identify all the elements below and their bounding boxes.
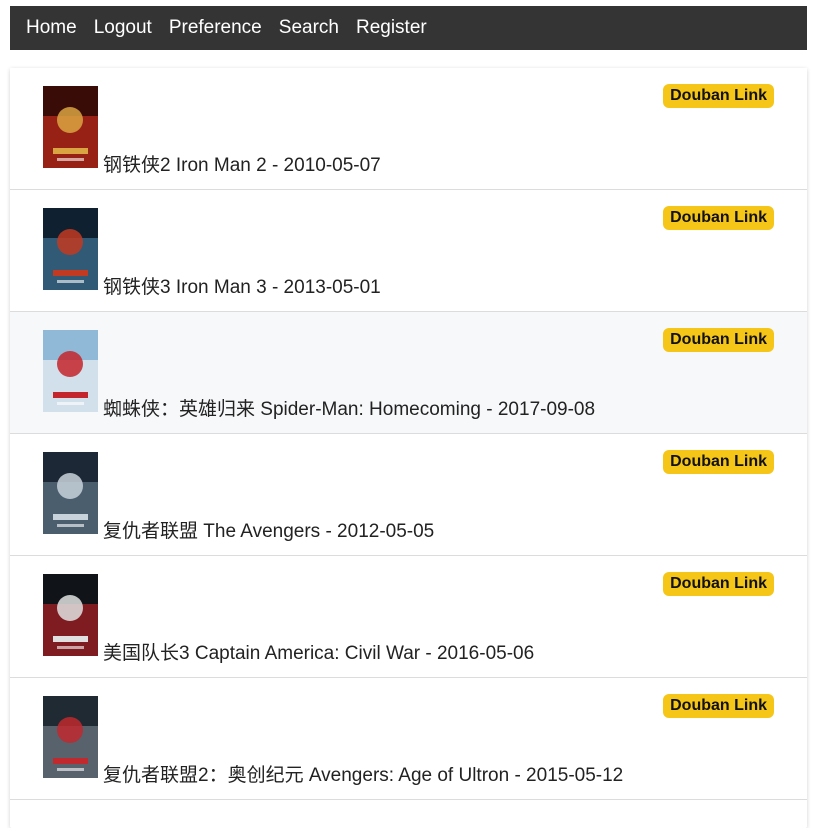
nav-preference-link[interactable]: Preference: [169, 17, 262, 39]
nav-search-link[interactable]: Search: [279, 17, 339, 39]
movie-poster-image: [43, 574, 98, 656]
douban-link-button[interactable]: Douban Link: [663, 84, 774, 108]
douban-link-button[interactable]: Douban Link: [663, 328, 774, 352]
douban-link-button[interactable]: Douban Link: [663, 572, 774, 596]
top-navbar: Home Logout Preference Search Register: [10, 6, 807, 50]
movie-title: 蜘蛛侠：英雄归来 Spider-Man: Homecoming - 2017-0…: [103, 399, 596, 420]
movie-title: 美国队长3 Captain America: Civil War - 2016-…: [103, 643, 535, 664]
movie-poster-image: [43, 452, 98, 534]
movie-title: 复仇者联盟 The Avengers - 2012-05-05: [103, 521, 435, 542]
movie-list: 钢铁侠2 Iron Man 2 - 2010-05-07 Douban Link…: [10, 68, 807, 828]
movie-title: 钢铁侠3 Iron Man 3 - 2013-05-01: [103, 277, 381, 298]
movie-list-item: 蜘蛛侠：英雄归来 Spider-Man: Homecoming - 2017-0…: [10, 312, 807, 434]
movie-list-item: 钢铁侠3 Iron Man 3 - 2013-05-01 Douban Link: [10, 190, 807, 312]
douban-link-button[interactable]: Douban Link: [663, 694, 774, 718]
douban-link-button[interactable]: Douban Link: [663, 206, 774, 230]
movie-list-item: 美国队长3 Captain America: Civil War - 2016-…: [10, 556, 807, 678]
movie-poster-image: [43, 696, 98, 778]
movie-title: 钢铁侠2 Iron Man 2 - 2010-05-07: [103, 155, 381, 176]
movie-poster-image: [43, 208, 98, 290]
nav-logout-link[interactable]: Logout: [94, 17, 152, 39]
movie-list-item: 复仇者联盟2：奥创纪元 Avengers: Age of Ultron - 20…: [10, 678, 807, 800]
movie-title: 复仇者联盟2：奥创纪元 Avengers: Age of Ultron - 20…: [103, 765, 624, 786]
movie-list-item: 钢铁侠2 Iron Man 2 - 2010-05-07 Douban Link: [10, 68, 807, 190]
douban-link-button[interactable]: Douban Link: [663, 450, 774, 474]
movie-poster-image: [43, 86, 98, 168]
nav-register-link[interactable]: Register: [356, 17, 427, 39]
nav-home-link[interactable]: Home: [26, 17, 77, 39]
movie-list-item: 复仇者联盟 The Avengers - 2012-05-05 Douban L…: [10, 434, 807, 556]
movie-poster-image: [43, 330, 98, 412]
